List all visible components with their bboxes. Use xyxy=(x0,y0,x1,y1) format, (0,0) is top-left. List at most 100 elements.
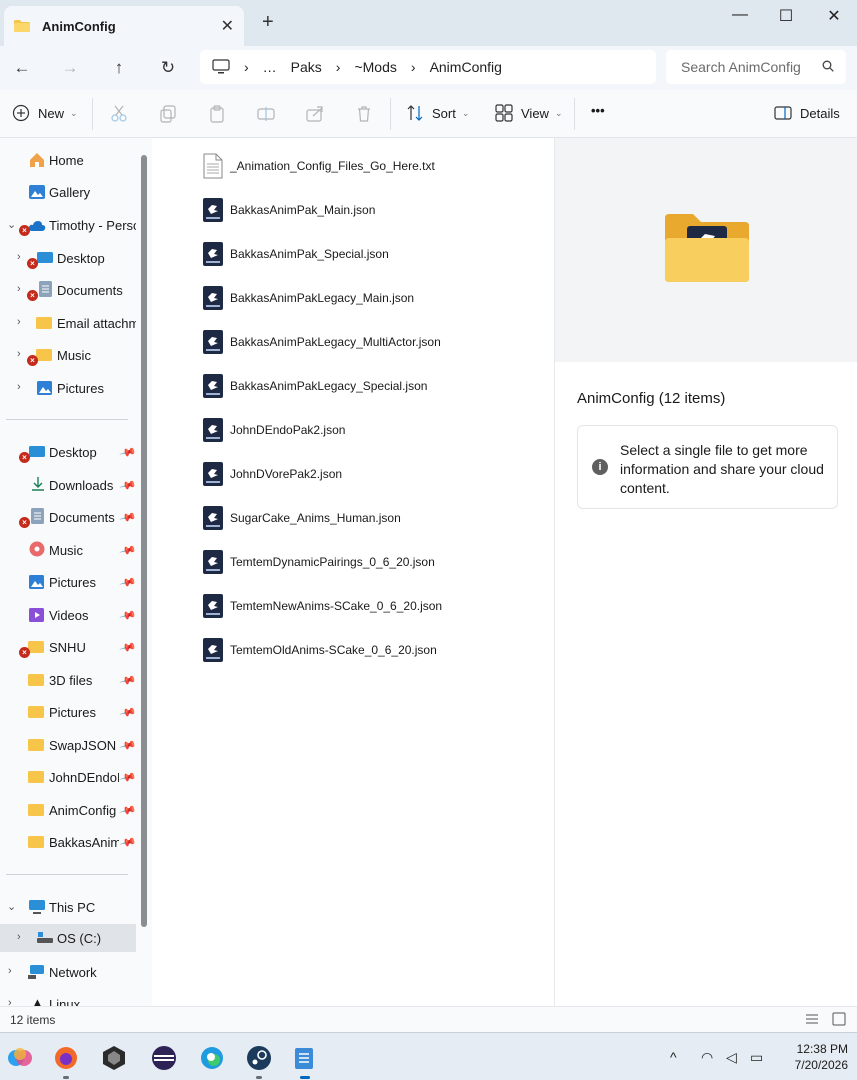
file-item[interactable]: BakkasAnimPakLegacy_Special.json xyxy=(202,368,427,404)
network-icon xyxy=(28,965,44,979)
chevron-right-icon[interactable]: › xyxy=(17,931,21,943)
sidebar-item-od-desktop[interactable]: › × Desktop xyxy=(0,244,136,272)
sidebar-item-email-attachments[interactable]: › Email attachments xyxy=(0,309,136,337)
sidebar-item-od-pictures[interactable]: › Pictures xyxy=(0,374,136,402)
show-hidden-icons-chevron-up-icon[interactable]: ^ xyxy=(670,1049,677,1065)
delete-icon[interactable] xyxy=(355,105,373,123)
search-input[interactable]: Search AnimConfig xyxy=(666,50,846,84)
sidebar-item-onedrive[interactable]: ⌄ × Timothy - Personal xyxy=(0,211,136,239)
notepad-icon[interactable] xyxy=(291,1045,317,1071)
sync-error-icon: × xyxy=(19,452,30,463)
steam-icon[interactable] xyxy=(246,1045,272,1071)
file-item[interactable]: _Animation_Config_Files_Go_Here.txt xyxy=(202,148,435,184)
sidebar-item-home[interactable]: Home xyxy=(0,146,136,174)
sidebar-label: Pictures xyxy=(49,704,96,720)
sidebar-item-pictures-folder[interactable]: Pictures 📌 xyxy=(0,698,136,726)
chevron-right-icon[interactable]: › xyxy=(17,348,21,360)
file-item[interactable]: JohnDEndoPak2.json xyxy=(202,412,345,448)
sidebar-label: Music xyxy=(49,542,83,558)
close-window-button[interactable]: ✕ xyxy=(819,6,849,26)
breadcrumb-item-animconfig[interactable]: AnimConfig xyxy=(430,59,502,75)
new-button[interactable]: New ⌄ xyxy=(12,104,78,122)
sidebar-item-od-documents[interactable]: › × Documents xyxy=(0,276,136,304)
sidebar-item-snhu[interactable]: × SNHU 📌 xyxy=(0,633,136,661)
tab-animconfig[interactable]: AnimConfig ✕ xyxy=(4,6,244,46)
maximize-button[interactable]: ☐ xyxy=(771,6,801,26)
refresh-button[interactable]: ↻ xyxy=(156,56,180,80)
breadcrumb-overflow[interactable]: … xyxy=(263,59,277,75)
tab-close-icon[interactable]: ✕ xyxy=(221,16,234,36)
battery-icon[interactable]: ▭ xyxy=(750,1049,763,1066)
copilot-icon[interactable] xyxy=(7,1045,33,1071)
list-view-icon[interactable] xyxy=(805,1013,819,1026)
view-button[interactable]: View ⌄ xyxy=(495,104,563,122)
file-item[interactable]: BakkasAnimPakLegacy_Main.json xyxy=(202,280,414,316)
cut-icon[interactable] xyxy=(110,105,128,123)
rename-icon[interactable] xyxy=(257,105,275,123)
file-item[interactable]: BakkasAnimPak_Main.json xyxy=(202,192,375,228)
chevron-right-icon[interactable]: › xyxy=(8,997,12,1006)
sidebar-label: OS (C:) xyxy=(57,930,102,946)
sidebar-item-videos[interactable]: Videos 📌 xyxy=(0,601,136,629)
file-item[interactable]: TemtemNewAnims-SCake_0_6_20.json xyxy=(202,588,442,624)
copy-icon[interactable] xyxy=(159,105,177,123)
json-file-icon xyxy=(203,506,223,530)
sidebar-item-animconfig[interactable]: AnimConfig 📌 xyxy=(0,796,136,824)
up-button[interactable]: ↑ xyxy=(107,56,131,80)
sidebar-item-bakkasanimpak[interactable]: BakkasAnimPak 📌 xyxy=(0,828,136,856)
new-tab-button[interactable]: + xyxy=(262,12,274,32)
wifi-icon[interactable]: ◠ xyxy=(701,1049,713,1066)
sidebar-scrollbar[interactable] xyxy=(141,155,147,927)
chevron-down-icon[interactable]: ⌄ xyxy=(7,218,16,231)
sidebar-item-network[interactable]: › Network xyxy=(0,958,136,986)
chevron-down-icon[interactable]: ⌄ xyxy=(7,900,16,913)
file-item[interactable]: SugarCake_Anims_Human.json xyxy=(202,500,401,536)
firefox-icon[interactable] xyxy=(53,1045,79,1071)
sidebar-item-this-pc[interactable]: ⌄ This PC xyxy=(0,893,136,921)
sidebar-item-music[interactable]: Music 📌 xyxy=(0,536,136,564)
sidebar-item-3d-files[interactable]: 3D files 📌 xyxy=(0,666,136,694)
minimize-button[interactable]: — xyxy=(725,6,755,24)
sidebar-item-documents[interactable]: × Documents 📌 xyxy=(0,503,136,531)
address-bar[interactable]: › … Paks › ~Mods › AnimConfig xyxy=(200,50,656,84)
sidebar-item-os-drive[interactable]: › OS (C:) xyxy=(0,924,136,952)
file-item[interactable]: TemtemDynamicPairings_0_6_20.json xyxy=(202,544,435,580)
file-item[interactable]: BakkasAnimPakLegacy_MultiActor.json xyxy=(202,324,441,360)
sidebar-item-swapjson[interactable]: SwapJSON 📌 xyxy=(0,731,136,759)
sidebar-item-desktop[interactable]: × Desktop 📌 xyxy=(0,438,136,466)
sidebar-label: Pictures xyxy=(49,574,96,590)
sidebar-item-gallery[interactable]: Gallery xyxy=(0,178,136,206)
system-clock[interactable]: 12:38 PM 7/20/2026 xyxy=(778,1041,848,1073)
volume-icon[interactable]: ◁ xyxy=(726,1049,737,1066)
back-button[interactable]: ← xyxy=(10,56,34,80)
file-item[interactable]: JohnDVorePak2.json xyxy=(202,456,342,492)
sidebar-item-linux[interactable]: › ▲ Linux xyxy=(0,990,136,1006)
tiles-view-icon[interactable] xyxy=(832,1012,846,1026)
breadcrumb-item-mods[interactable]: ~Mods xyxy=(354,59,396,75)
sidebar-item-od-music[interactable]: › × Music xyxy=(0,341,136,369)
file-item[interactable]: TemtemOldAnims-SCake_0_6_20.json xyxy=(202,632,437,668)
chevron-right-icon[interactable]: › xyxy=(17,316,21,328)
sidebar-label: Home xyxy=(49,152,84,168)
sync-error-icon: × xyxy=(27,258,38,269)
chevron-right-icon[interactable]: › xyxy=(17,381,21,393)
sidebar-label: This PC xyxy=(49,899,96,915)
sidebar-item-pictures[interactable]: Pictures 📌 xyxy=(0,568,136,596)
forward-button[interactable]: → xyxy=(58,56,82,80)
paste-icon[interactable] xyxy=(208,105,226,123)
chevron-right-icon[interactable]: › xyxy=(8,965,12,977)
chevron-right-icon[interactable]: › xyxy=(17,251,21,263)
sort-button[interactable]: Sort ⌄ xyxy=(406,104,469,122)
sidebar-item-downloads[interactable]: Downloads 📌 xyxy=(0,471,136,499)
breadcrumb-item-paks[interactable]: Paks xyxy=(291,59,322,75)
details-pane-button[interactable]: Details xyxy=(774,104,840,122)
file-item[interactable]: BakkasAnimPak_Special.json xyxy=(202,236,389,272)
chevron-right-icon[interactable]: › xyxy=(17,283,21,295)
item-count: 12 items xyxy=(10,1013,56,1027)
unity-hub-icon[interactable] xyxy=(101,1045,127,1071)
edge-icon[interactable] xyxy=(199,1045,225,1071)
eclipse-icon[interactable] xyxy=(151,1045,177,1071)
more-options-button[interactable]: ••• xyxy=(591,103,605,118)
share-icon[interactable] xyxy=(306,105,324,123)
sidebar-item-johndendopak2[interactable]: JohnDEndoPak2 📌 xyxy=(0,763,136,791)
